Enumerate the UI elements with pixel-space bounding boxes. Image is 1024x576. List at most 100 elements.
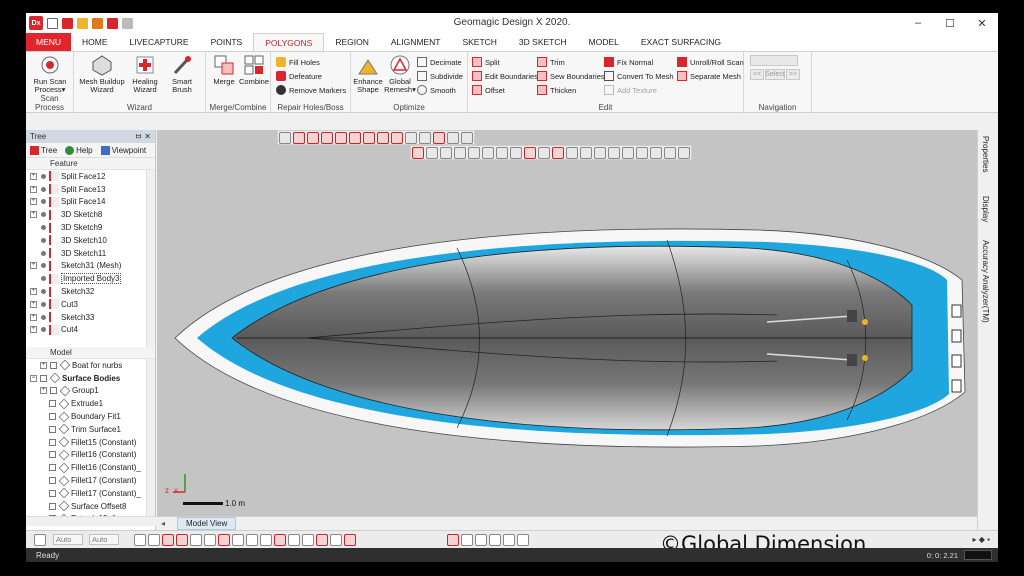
filter-point-icon[interactable] (260, 533, 272, 546)
model-item[interactable]: Fillet15 (Constant) (26, 436, 155, 449)
defeature-button[interactable]: Defeature (276, 70, 322, 82)
mesh-buildup-wizard-button[interactable]: Mesh Buildup Wizard (77, 54, 127, 94)
unroll-roll-scan-button[interactable]: Unroll/Roll Scan (677, 56, 744, 68)
visibility-checkbox[interactable] (49, 400, 56, 408)
visibility-dot-icon[interactable] (41, 173, 46, 179)
fill-holes-button[interactable]: Fill Holes (276, 56, 320, 68)
trim-button[interactable]: Trim (537, 56, 565, 68)
folder-icon[interactable] (77, 17, 88, 29)
model-scrollbar[interactable] (146, 359, 155, 519)
redo-icon[interactable] (122, 17, 133, 29)
model-item[interactable]: Extrude1 (26, 397, 155, 410)
thicken-button[interactable]: Thicken (537, 84, 576, 96)
model-item[interactable]: Fillet17 (Constant) (26, 474, 155, 487)
offset-button[interactable]: Offset (472, 84, 505, 96)
decimate-button[interactable]: Decimate (417, 56, 462, 68)
merge-button[interactable]: Merge (210, 54, 238, 86)
expand-icon[interactable]: + (40, 361, 47, 369)
model-item[interactable]: Boundary Fit1 (26, 410, 155, 423)
tab-model-view[interactable]: Model View (177, 517, 237, 530)
model-item[interactable]: − Surface Bodies (26, 372, 155, 385)
tab-3d-sketch[interactable]: 3D SKETCH (508, 33, 578, 51)
primitive-cylinder-icon[interactable] (475, 533, 487, 546)
feature-item[interactable]: 3D Sketch9 (26, 221, 155, 234)
combine-button[interactable]: Combine (239, 54, 269, 86)
expand-icon[interactable] (30, 275, 37, 282)
visibility-checkbox[interactable] (50, 361, 57, 369)
visibility-dot-icon[interactable] (41, 225, 46, 231)
tab-menu[interactable]: MENU (26, 33, 72, 51)
visibility-checkbox[interactable] (49, 413, 56, 421)
model-item[interactable]: Surface Offset8 (26, 500, 155, 513)
filter-coord-icon[interactable] (344, 533, 356, 546)
tab-alignment[interactable]: ALIGNMENT (380, 33, 452, 51)
smart-brush-button[interactable]: Smart Brush (164, 54, 200, 94)
expand-icon[interactable]: + (30, 262, 37, 270)
visibility-checkbox[interactable] (40, 374, 47, 382)
filter-axis-icon[interactable] (330, 533, 342, 546)
undo-icon[interactable] (107, 17, 118, 29)
visibility-checkbox[interactable] (49, 464, 56, 472)
healing-wizard-button[interactable]: Healing Wizard (127, 54, 163, 94)
bottom-right-controls[interactable]: ▸ ◆ ▪ (973, 535, 990, 544)
feature-scrollbar[interactable] (146, 170, 155, 347)
filter-vertex-icon[interactable] (176, 533, 188, 546)
selection-icon[interactable] (34, 533, 46, 546)
primitive-torus-icon[interactable] (503, 533, 515, 546)
expand-icon[interactable]: + (30, 211, 37, 219)
boat-hull-model[interactable] (157, 130, 977, 516)
tab-viewpoint[interactable]: Viewpoint (100, 145, 146, 155)
tab-exact-surfacing[interactable]: EXACT SURFACING (630, 33, 732, 51)
feature-item[interactable]: + Split Face13 (26, 183, 155, 196)
new-file-icon[interactable] (47, 17, 58, 29)
tab-points[interactable]: POINTS (200, 33, 254, 51)
close-button[interactable]: ✕ (966, 13, 998, 33)
tab-accuracy-analyzer[interactable]: Accuracy Analyzer(TM) (981, 240, 990, 323)
remove-markers-button[interactable]: Remove Markers (276, 84, 346, 96)
model-item[interactable]: Fillet16 (Constant)_ (26, 461, 155, 474)
feature-item[interactable]: + Cut3 (26, 298, 155, 311)
feature-item[interactable]: + Sketch31 (Mesh) (26, 260, 155, 273)
filter-mesh-icon[interactable] (148, 533, 160, 546)
feature-item[interactable]: + Cut4 (26, 324, 155, 337)
feature-item[interactable]: + Split Face14 (26, 196, 155, 209)
expand-icon[interactable]: + (30, 198, 37, 206)
expand-icon[interactable]: + (30, 300, 37, 308)
edit-boundaries-button[interactable]: Edit Boundaries (472, 70, 538, 82)
fix-normal-button[interactable]: Fix Normal (604, 56, 653, 68)
visibility-dot-icon[interactable] (41, 314, 46, 320)
visibility-dot-icon[interactable] (41, 327, 46, 333)
tab-model[interactable]: MODEL (578, 33, 630, 51)
visibility-dot-icon[interactable] (41, 212, 46, 218)
smooth-button[interactable]: Smooth (417, 84, 456, 96)
visibility-checkbox[interactable] (49, 489, 56, 497)
sew-boundaries-button[interactable]: Sew Boundaries (537, 70, 605, 82)
visibility-checkbox[interactable] (49, 477, 56, 485)
tab-region[interactable]: REGION (324, 33, 380, 51)
model-item[interactable]: + Group1 (26, 385, 155, 398)
tab-home[interactable]: HOME (71, 33, 119, 51)
feature-item[interactable]: Imported Body3 (26, 272, 155, 285)
expand-icon[interactable]: + (30, 313, 37, 321)
add-texture-button[interactable]: Add Texture (604, 84, 657, 96)
filter-edge-icon[interactable] (190, 533, 202, 546)
scroll-left-icon[interactable]: ◂ (161, 519, 165, 528)
open-file-icon[interactable] (62, 17, 73, 29)
expand-icon[interactable]: + (30, 326, 37, 334)
save-icon[interactable] (92, 17, 103, 29)
feature-item[interactable]: +3D Sketch8 (26, 208, 155, 221)
enhance-shape-button[interactable]: Enhance Shape (352, 54, 384, 94)
nav-next-button[interactable]: >> (786, 69, 800, 80)
nav-select-button[interactable]: Select (765, 69, 785, 80)
global-remesh-button[interactable]: Global Remesh▾ (384, 54, 416, 94)
convert-to-mesh-button[interactable]: Convert To Mesh (604, 70, 674, 82)
maximize-button[interactable]: ☐ (934, 13, 966, 33)
feature-item[interactable]: + Sketch32 (26, 285, 155, 298)
primitive-cone-icon[interactable] (489, 533, 501, 546)
feature-item[interactable]: 3D Sketch10 (26, 234, 155, 247)
expand-icon[interactable] (30, 250, 37, 257)
visibility-dot-icon[interactable] (41, 250, 46, 256)
filter-plane-icon[interactable] (316, 533, 328, 546)
tab-properties[interactable]: Properties (981, 136, 990, 172)
separate-mesh-button[interactable]: Separate Mesh (677, 70, 741, 82)
